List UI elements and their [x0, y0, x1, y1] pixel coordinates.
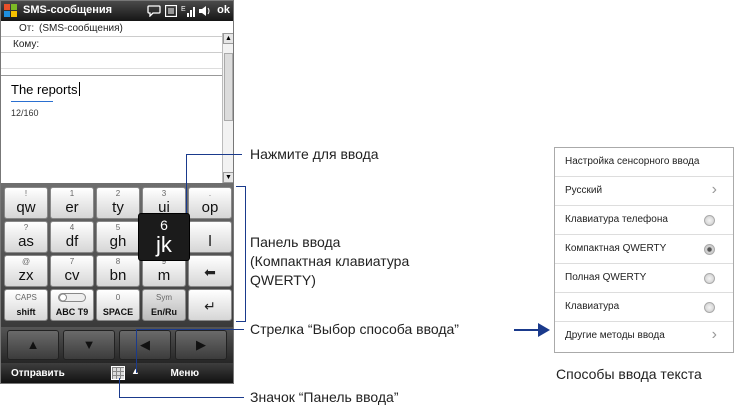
key-as[interactable]: ? as	[4, 221, 48, 253]
contact-card-icon[interactable]	[165, 5, 177, 17]
nav-right-icon[interactable]: ▶	[175, 330, 227, 360]
menu-item-russian[interactable]: Русский ›	[555, 177, 733, 206]
input-panel: ! qw 1 er 2 ty 3 ui . op ? as 4 df 5 gh 6 jk l @ z…	[1, 183, 233, 327]
menu-item-phone-keypad[interactable]: Клавиатура телефона	[555, 206, 733, 235]
send-softkey[interactable]: Отправить	[11, 368, 65, 379]
text-underline	[11, 101, 53, 102]
scroll-thumb[interactable]	[224, 53, 233, 121]
radio-icon[interactable]	[704, 302, 715, 313]
svg-text:E: E	[181, 6, 186, 13]
callout-line-tap-vertical	[186, 154, 187, 214]
windows-start-icon[interactable]	[4, 4, 19, 18]
backspace-key[interactable]: ⬅	[188, 255, 232, 287]
navigation-row: ▲ ▼ ◀ ▶	[1, 327, 233, 363]
key-cv[interactable]: 7 cv	[50, 255, 94, 287]
key-bn[interactable]: 8 bn	[96, 255, 140, 287]
key-abc-t9[interactable]: ABC T9	[50, 289, 94, 321]
speaker-icon[interactable]	[198, 5, 212, 17]
chevron-right-icon: ›	[711, 326, 717, 343]
signal-icon[interactable]: E	[181, 4, 195, 18]
callout-panel-line2: (Компактная клавиатура	[250, 253, 410, 269]
scrollbar[interactable]: ▲ ▼	[222, 33, 233, 183]
key-qw[interactable]: ! qw	[4, 187, 48, 219]
enter-key[interactable]: ↵	[188, 289, 232, 321]
bracket-top	[236, 186, 246, 187]
key-space[interactable]: 0 SPACE	[96, 289, 140, 321]
backspace-arrow-icon: ⬅	[204, 264, 216, 280]
chat-icon[interactable]	[147, 5, 161, 17]
callout-line-arrow-vertical	[136, 329, 137, 373]
bracket-input-panel	[245, 186, 246, 322]
radio-icon[interactable]	[704, 273, 715, 284]
to-row[interactable]: Кому:	[1, 37, 223, 53]
key-jk-pressed[interactable]: 6 jk	[138, 213, 190, 261]
radio-selected-icon[interactable]	[704, 244, 715, 255]
message-header: От: (SMS-сообщения) Кому:	[1, 21, 223, 75]
callout-line-icon-vertical	[119, 378, 120, 397]
scroll-down-icon[interactable]: ▼	[223, 172, 233, 183]
key-l[interactable]: l	[188, 221, 232, 253]
callout-icon: Значок “Панель ввода”	[250, 389, 399, 405]
char-counter: 12/160	[11, 108, 39, 118]
callout-tap: Нажмите для ввода	[250, 146, 379, 162]
key-ty[interactable]: 2 ty	[96, 187, 140, 219]
softkey-bar: Отправить ▲ Меню	[1, 363, 233, 383]
input-panel-icon[interactable]	[111, 366, 125, 380]
key-er[interactable]: 1 er	[50, 187, 94, 219]
menu-item-compact-qwerty[interactable]: Компактная QWERTY	[555, 235, 733, 264]
blank-row	[1, 53, 223, 69]
ok-button[interactable]: ok	[217, 4, 230, 16]
nav-left-icon[interactable]: ◀	[119, 330, 171, 360]
message-text[interactable]: The reports	[11, 82, 81, 97]
key-df[interactable]: 4 df	[50, 221, 94, 253]
callout-line-tap	[186, 154, 242, 155]
to-label: Кому:	[13, 39, 40, 50]
callout-line-arrow	[136, 329, 244, 330]
callout-panel-line1: Панель ввода	[250, 234, 341, 250]
from-label: От:	[19, 23, 35, 34]
key-zx[interactable]: @ zx	[4, 255, 48, 287]
app-title: SMS-сообщения	[23, 4, 113, 16]
text-cursor	[79, 82, 81, 96]
menu-caption: Способы ввода текста	[556, 366, 702, 382]
nav-down-icon[interactable]: ▼	[63, 330, 115, 360]
phone-screen: SMS-сообщения E ok От: (SMS-сообщения) К…	[0, 0, 234, 384]
input-method-menu: Настройка сенсорного ввода Русский › Кла…	[554, 147, 734, 353]
menu-item-full-qwerty[interactable]: Полная QWERTY	[555, 264, 733, 293]
key-sym-lang[interactable]: Sym En/Ru	[142, 289, 186, 321]
menu-item-keyboard[interactable]: Клавиатура	[555, 293, 733, 322]
scroll-up-icon[interactable]: ▲	[223, 33, 233, 44]
menu-softkey[interactable]: Меню	[171, 368, 199, 379]
menu-item-touch-settings[interactable]: Настройка сенсорного ввода	[555, 148, 733, 177]
pointer-arrow-icon	[538, 323, 550, 337]
key-gh[interactable]: 5 gh	[96, 221, 140, 253]
nav-up-icon[interactable]: ▲	[7, 330, 59, 360]
title-bar: SMS-сообщения E ok	[1, 1, 233, 21]
from-value: (SMS-сообщения)	[39, 23, 123, 34]
radio-icon[interactable]	[704, 215, 715, 226]
chevron-right-icon: ›	[711, 181, 717, 198]
message-body[interactable]: The reports 12/160	[1, 75, 223, 181]
bracket-bottom	[236, 321, 246, 322]
toggle-switch-icon	[51, 293, 93, 304]
callout-panel-line3: QWERTY)	[250, 272, 316, 288]
enter-icon: ↵	[204, 298, 216, 314]
from-row[interactable]: От: (SMS-сообщения)	[1, 21, 223, 37]
callout-line-icon	[119, 397, 244, 398]
callout-arrow: Стрелка “Выбор способа ввода”	[250, 321, 459, 337]
key-op[interactable]: . op	[188, 187, 232, 219]
key-caps-shift[interactable]: CAPS shift	[4, 289, 48, 321]
menu-item-other-methods[interactable]: Другие методы ввода ›	[555, 322, 733, 351]
